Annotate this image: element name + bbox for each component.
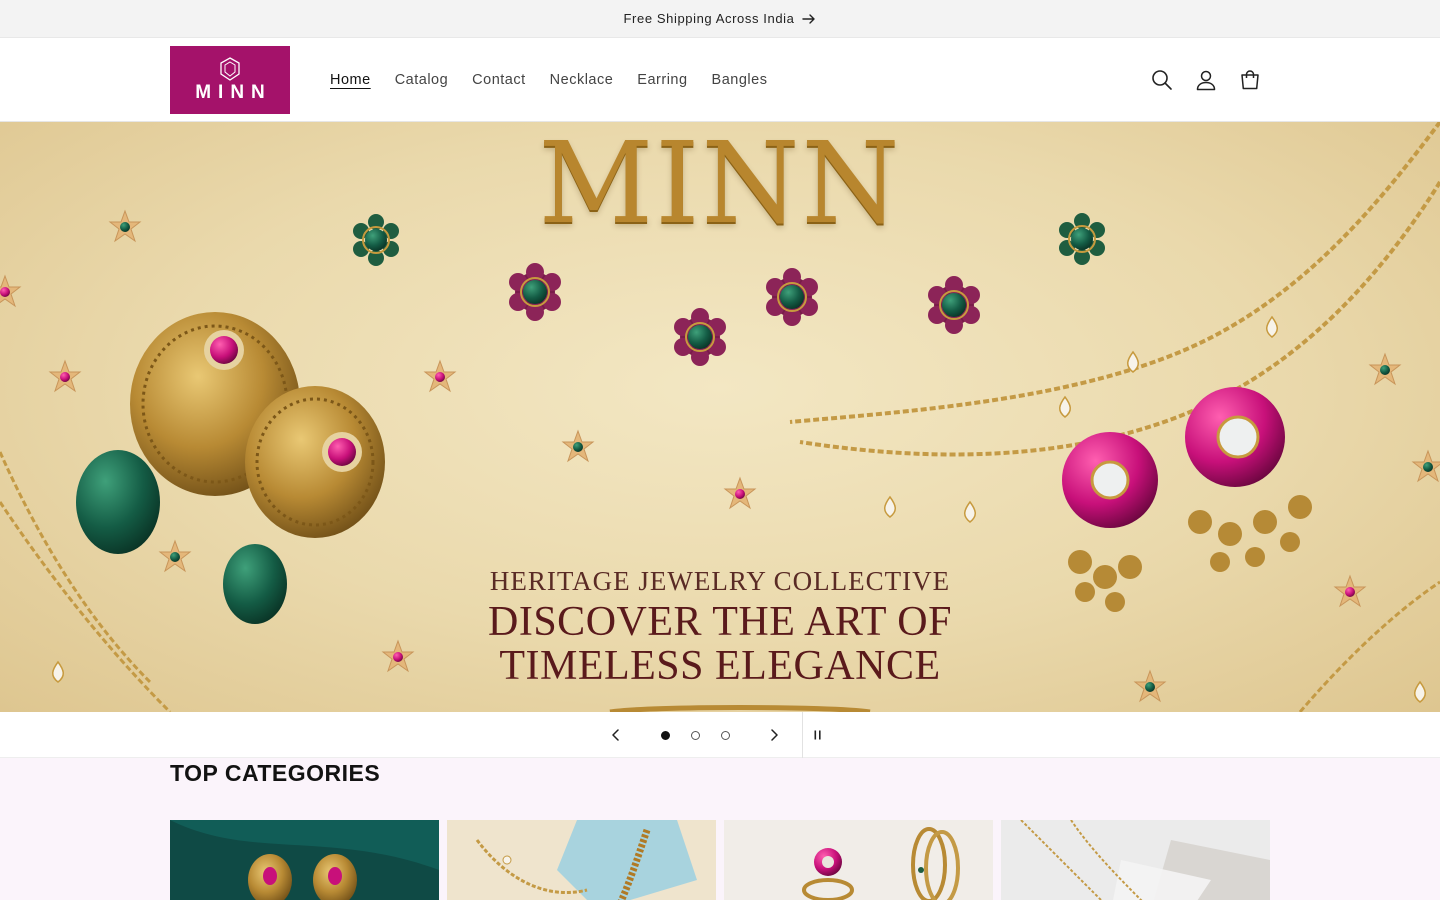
hero-brand-title: MINN [538, 122, 902, 249]
cart-icon[interactable] [1230, 60, 1270, 100]
search-icon[interactable] [1142, 60, 1182, 100]
header-icons [1142, 38, 1270, 122]
announcement-bar[interactable]: Free Shipping Across India [0, 0, 1440, 38]
arrow-right-icon[interactable] [802, 12, 816, 26]
section-title: TOP CATEGORIES [170, 760, 381, 786]
slide-dot-indicator [660, 730, 670, 740]
slide-dot-1[interactable] [650, 712, 680, 758]
nav-bangles[interactable]: Bangles [700, 72, 780, 88]
next-slide-button[interactable] [754, 712, 794, 758]
main-nav: Home Catalog Contact Necklace Earring Ba… [318, 38, 779, 122]
logo-gem-icon [220, 57, 240, 81]
slide-dot-2[interactable] [680, 712, 710, 758]
slide-dot-3[interactable] [710, 712, 740, 758]
slider-controls [0, 712, 1440, 758]
pause-slideshow-button[interactable] [803, 712, 833, 758]
necklace-category-card[interactable] [447, 820, 716, 900]
prev-slide-button[interactable] [596, 712, 636, 758]
hero-kicker: HERITAGE JEWELRY COLLECTIVE [489, 566, 951, 596]
rings-bangles-category-image [724, 820, 993, 900]
nav-contact[interactable]: Contact [460, 72, 537, 88]
chevron-left-icon [612, 729, 619, 741]
chevron-right-icon [771, 729, 778, 741]
account-icon[interactable] [1186, 60, 1226, 100]
nav-catalog[interactable]: Catalog [383, 72, 460, 88]
top-categories-section: TOP CATEGORIES [0, 758, 1440, 900]
site-header: MINN Home Catalog Contact Necklace Earri… [0, 38, 1440, 122]
hero-headline: DISCOVER THE ART OF TIMELESS ELEGANCE [0, 600, 1440, 688]
chain-category-card[interactable] [1001, 820, 1270, 900]
site-logo[interactable]: MINN [170, 46, 290, 114]
slide-dot-indicator [720, 730, 730, 740]
hero-headline-line2: TIMELESS ELEGANCE [499, 643, 941, 689]
announcement-text[interactable]: Free Shipping Across India [624, 11, 795, 26]
nav-home[interactable]: Home [318, 72, 383, 88]
pause-icon [814, 730, 821, 740]
nav-earring[interactable]: Earring [625, 72, 699, 88]
earrings-category-card[interactable] [170, 820, 439, 900]
slide-dot-indicator [690, 730, 700, 740]
earrings-category-image [170, 820, 439, 900]
hero-banner[interactable]: MINN HERITAGE JEWELRY COLLECTIVE DISCOVE… [0, 122, 1440, 712]
chain-category-image [1001, 820, 1270, 900]
rings-bangles-category-card[interactable] [724, 820, 993, 900]
logo-text: MINN [195, 82, 272, 103]
necklace-category-image [447, 820, 716, 900]
nav-necklace[interactable]: Necklace [538, 72, 626, 88]
hero-headline-line1: DISCOVER THE ART OF [488, 599, 952, 645]
